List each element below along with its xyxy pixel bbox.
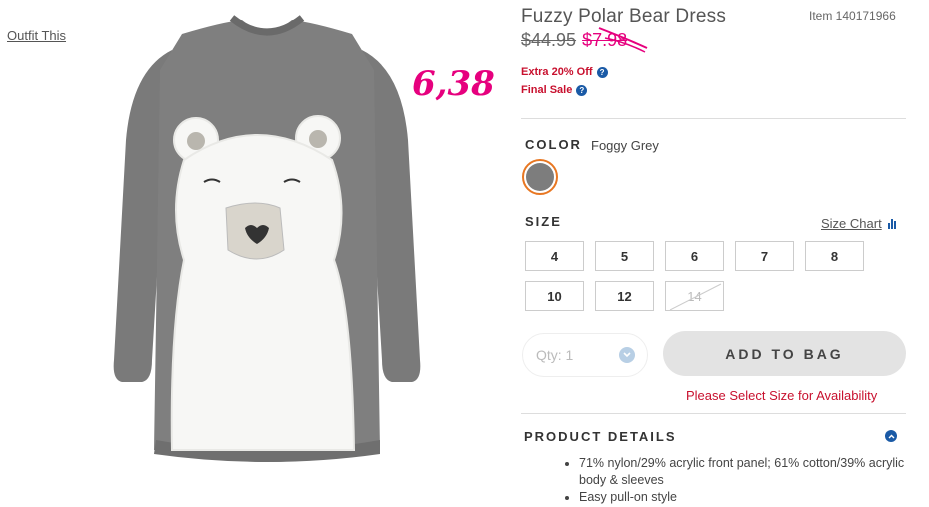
chevron-up-icon[interactable]: [885, 430, 897, 442]
quantity-select[interactable]: Qty: 1: [522, 333, 648, 377]
size-option-5[interactable]: 5: [595, 241, 654, 271]
size-option-12[interactable]: 12: [595, 281, 654, 311]
promo-extra-off-label: Extra 20% Off: [521, 66, 593, 78]
divider: [521, 118, 906, 119]
product-details-list: 71% nylon/29% acrylic front panel; 61% c…: [565, 455, 919, 506]
price-strike-scribble: [598, 27, 648, 53]
size-option-4[interactable]: 4: [525, 241, 584, 271]
promo-final-sale-label: Final Sale: [521, 84, 573, 96]
unavailable-strike: [669, 283, 722, 310]
item-number: Item 140171966: [809, 9, 896, 23]
color-swatch-foggy-grey[interactable]: [522, 159, 558, 195]
list-item: Easy pull-on style: [579, 489, 919, 506]
original-price: $44.95: [521, 30, 577, 50]
color-selected-name: Foggy Grey: [591, 138, 659, 153]
help-icon[interactable]: ?: [596, 66, 608, 78]
list-item: 71% nylon/29% acrylic front panel; 61% c…: [579, 455, 919, 489]
chart-bars-icon: [887, 219, 896, 229]
size-chart-label: Size Chart: [821, 216, 882, 231]
add-to-bag-button[interactable]: ADD TO BAG: [663, 331, 906, 376]
promo-final-sale: Final Sale ?: [521, 84, 588, 96]
size-option-6[interactable]: 6: [665, 241, 724, 271]
size-option-7[interactable]: 7: [735, 241, 794, 271]
help-icon[interactable]: ?: [576, 84, 588, 96]
promo-extra-off: Extra 20% Off ?: [521, 66, 608, 78]
color-heading: COLOR: [525, 137, 582, 152]
quantity-label: Qty: 1: [536, 347, 574, 363]
size-option-14-unavailable[interactable]: 14: [665, 281, 724, 311]
divider: [521, 413, 906, 414]
outfit-this-link[interactable]: Outfit This: [7, 28, 66, 43]
availability-message: Please Select Size for Availability: [686, 388, 878, 403]
product-details-heading[interactable]: PRODUCT DETAILS: [524, 429, 677, 444]
size-chart-link[interactable]: Size Chart: [821, 216, 896, 231]
chevron-down-icon: [619, 347, 635, 363]
size-option-10[interactable]: 10: [525, 281, 584, 311]
size-heading: SIZE: [525, 214, 562, 229]
handwritten-price-annotation: 6,38: [412, 64, 495, 104]
product-image: [113, 15, 421, 462]
size-option-8[interactable]: 8: [805, 241, 864, 271]
